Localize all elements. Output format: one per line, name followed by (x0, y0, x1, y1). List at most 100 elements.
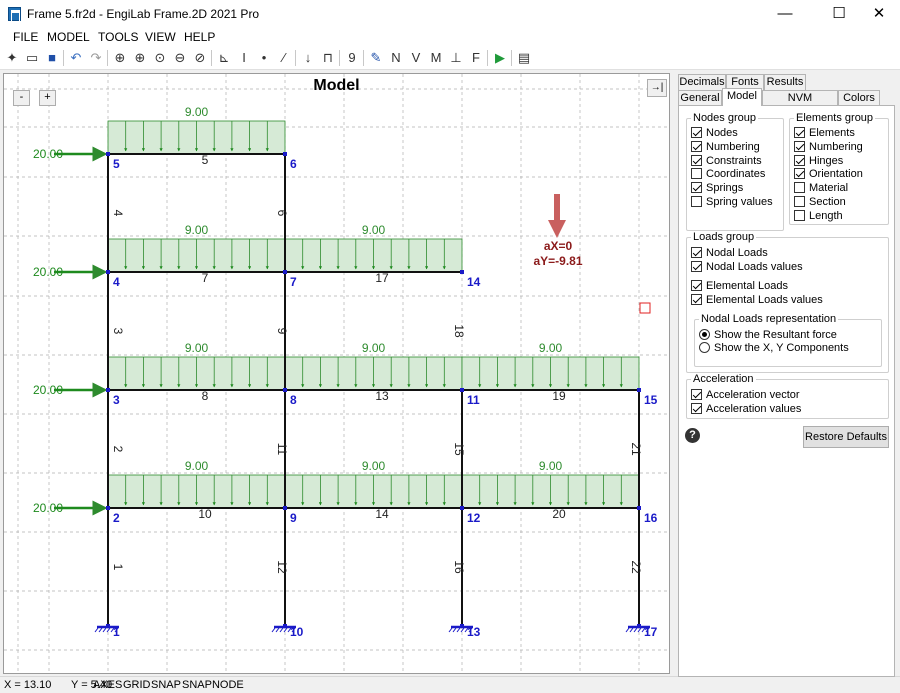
distributed-load-icon[interactable]: ⊓ (318, 48, 338, 68)
checkbox-orientation[interactable]: Orientation (794, 168, 863, 181)
moment-diagram-button[interactable]: M (426, 48, 446, 68)
materials-icon[interactable]: ⊾ (214, 48, 234, 68)
node-marker[interactable] (283, 152, 287, 156)
acceleration-icon[interactable]: 9 (342, 48, 362, 68)
node-marker[interactable] (283, 506, 287, 510)
checkbox-nodal-loads-values[interactable]: Nodal Loads values (691, 261, 803, 274)
checkbox-icon[interactable] (794, 209, 805, 221)
radio-icon[interactable] (699, 329, 710, 340)
pan-icon[interactable]: ⊘ (190, 48, 210, 68)
checkbox-elements[interactable]: Elements (794, 127, 855, 140)
checkbox-hinges[interactable]: Hinges (794, 154, 843, 168)
reactions-icon[interactable]: ⊥ (446, 48, 466, 68)
tab-decimals[interactable]: Decimals (678, 74, 726, 90)
zoom-out-button[interactable]: - (13, 90, 30, 106)
shear-diagram-button[interactable]: V (406, 48, 426, 68)
checkbox-icon[interactable] (691, 168, 702, 180)
checkbox-spring-values[interactable]: Spring values (691, 196, 773, 209)
node-marker[interactable] (637, 506, 641, 510)
close-button[interactable]: ✕ (856, 0, 900, 28)
checkbox-coordinates[interactable]: Coordinates (691, 168, 765, 181)
undo-icon[interactable]: ↶ (66, 48, 86, 68)
node-marker[interactable] (460, 388, 464, 392)
checkbox-icon[interactable] (691, 182, 702, 194)
minimize-button[interactable]: — (762, 0, 808, 28)
help-icon[interactable]: ? (685, 428, 700, 443)
node-marker[interactable] (460, 624, 464, 628)
status-snap[interactable]: SNAP (151, 679, 181, 691)
model-drawing[interactable]: 9.00 9.00 9.00 9.00 9.00 9.00 9.00 9.00 9.00 20.0… (4, 74, 669, 673)
zoom-in-icon[interactable]: ⊕ (130, 48, 150, 68)
new-file-icon[interactable]: ✦ (2, 48, 22, 68)
zoom-window-icon[interactable]: ⊙ (150, 48, 170, 68)
node-marker[interactable] (637, 624, 641, 628)
menu-view[interactable]: VIEW (145, 30, 176, 44)
radio-xy-components[interactable]: Show the X, Y Components (699, 342, 849, 355)
axial-diagram-button[interactable]: N (386, 48, 406, 68)
node-marker[interactable] (106, 152, 110, 156)
checkbox-icon[interactable] (691, 154, 702, 166)
radio-icon[interactable] (699, 342, 710, 353)
menu-model[interactable]: MODEL (47, 30, 90, 44)
run-analysis-icon[interactable]: ▶ (490, 48, 510, 68)
checkbox-elemental-loads-values[interactable]: Elemental Loads values (691, 294, 823, 307)
forces-button[interactable]: F (466, 48, 486, 68)
zoom-extents-icon[interactable]: ⊕ (110, 48, 130, 68)
model-canvas[interactable]: 9.00 9.00 9.00 9.00 9.00 9.00 9.00 9.00 9.00 20.0… (3, 73, 670, 674)
checkbox-numbering[interactable]: Numbering (691, 140, 760, 154)
radio-resultant-force[interactable]: Show the Resultant force (699, 329, 837, 342)
node-marker[interactable] (637, 388, 641, 392)
tab-general[interactable]: General (678, 90, 722, 106)
tab-model[interactable]: Model (722, 88, 762, 106)
node-marker[interactable] (283, 270, 287, 274)
checkbox-elemental-loads[interactable]: Elemental Loads (691, 280, 788, 293)
checkbox-material[interactable]: Material (794, 182, 848, 195)
checkbox-icon[interactable] (794, 182, 805, 194)
element-icon[interactable]: ⁄ (274, 48, 294, 68)
open-file-icon[interactable]: ▭ (22, 48, 42, 68)
checkbox-icon[interactable] (794, 140, 805, 152)
checkbox-icon[interactable] (691, 127, 702, 138)
checkbox-icon[interactable] (691, 389, 702, 400)
node-marker[interactable] (460, 270, 464, 274)
zoom-in-button[interactable]: + (39, 90, 56, 106)
checkbox-icon[interactable] (691, 403, 702, 414)
menu-help[interactable]: HELP (184, 30, 215, 44)
save-icon[interactable]: ■ (42, 48, 62, 68)
node-marker[interactable] (106, 270, 110, 274)
checkbox-acceleration-vector[interactable]: Acceleration vector (691, 389, 800, 402)
checkbox-icon[interactable] (691, 280, 702, 291)
checkbox-springs[interactable]: Springs (691, 182, 743, 195)
checkbox-icon[interactable] (794, 196, 805, 207)
node-icon[interactable]: • (254, 48, 274, 68)
node-marker[interactable] (460, 506, 464, 510)
checkbox-icon[interactable] (794, 168, 805, 180)
tab-nvm-diagrams[interactable]: NVM Diagrams (762, 90, 838, 118)
checkbox-icon[interactable] (794, 154, 805, 166)
tab-results[interactable]: Results (764, 74, 806, 90)
zoom-out-icon[interactable]: ⊖ (170, 48, 190, 68)
tab-colors[interactable]: Colors (838, 90, 880, 106)
nodal-load-icon[interactable]: ↓ (298, 48, 318, 68)
menu-file[interactable]: FILE (13, 30, 38, 44)
checkbox-icon[interactable] (691, 261, 702, 272)
checkbox-icon[interactable] (794, 127, 805, 138)
node-marker[interactable] (106, 624, 110, 628)
status-snapnode[interactable]: SNAPNODE (182, 679, 244, 691)
status-grid[interactable]: GRID (123, 679, 151, 691)
checkbox-icon[interactable] (691, 247, 702, 258)
checkbox-nodal-loads[interactable]: Nodal Loads (691, 247, 768, 260)
node-marker[interactable] (106, 388, 110, 392)
checkbox-numbering[interactable]: Numbering (794, 140, 863, 154)
checkbox-icon[interactable] (691, 196, 702, 207)
node-marker[interactable] (283, 624, 287, 628)
restore-defaults-button[interactable]: Restore Defaults (803, 426, 889, 448)
status-axes[interactable]: AXES (93, 679, 122, 691)
collapse-panel-button[interactable]: →| (647, 79, 667, 97)
draw-icon[interactable]: ✎ (366, 48, 386, 68)
checkbox-nodes[interactable]: Nodes (691, 127, 738, 140)
report-icon[interactable]: ▤ (514, 48, 534, 68)
checkbox-icon[interactable] (691, 294, 702, 305)
redo-icon[interactable]: ↷ (86, 48, 106, 68)
checkbox-icon[interactable] (691, 140, 702, 152)
